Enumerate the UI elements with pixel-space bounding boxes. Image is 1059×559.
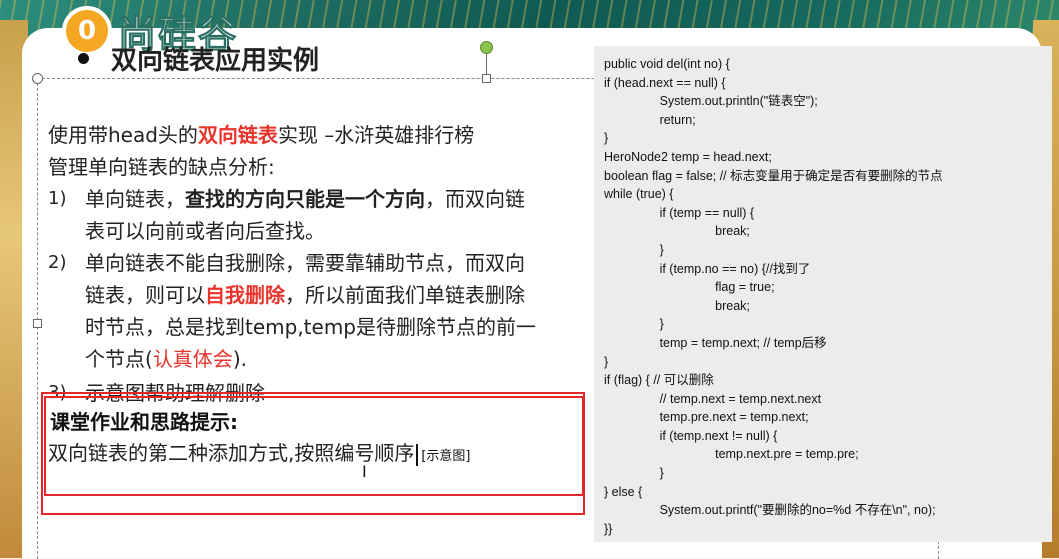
- code-lines: public void del(int no) { if (head.next =…: [604, 55, 1042, 538]
- code-line: temp.next.pre = temp.pre;: [604, 447, 859, 462]
- code-line: }: [604, 317, 664, 332]
- code-line: }: [604, 466, 664, 481]
- text-cursor-icon: Ι: [362, 462, 367, 481]
- code-line: if (head.next == null) {: [604, 75, 726, 90]
- intro-line: 使用带head头的双向链表实现 –水浒英雄排行榜: [48, 123, 475, 147]
- code-line: if (temp.no == no) {//找到了: [604, 261, 811, 276]
- homework-text[interactable]: 双向链表的第二种添加方式,按照编号顺序 [示意图]: [48, 437, 471, 466]
- code-line: if (flag) { // 可以删除: [604, 373, 714, 388]
- code-line: } else {: [604, 484, 643, 499]
- list-item: 2) 单向链表不能自我删除，需要靠辅助节点，而双向 链表，则可以自我删除，所以前面…: [48, 251, 537, 371]
- code-line: temp.pre.next = temp.next;: [604, 410, 809, 425]
- rotation-handle[interactable]: [480, 41, 493, 54]
- code-line: if (temp.next != null) {: [604, 428, 778, 443]
- resize-handle-middle-left[interactable]: [33, 319, 42, 328]
- subheading: 管理单向链表的缺点分析:: [48, 155, 275, 179]
- slide-title: 双向链表应用实例: [78, 40, 319, 77]
- code-line: flag = true;: [604, 280, 775, 295]
- code-line: while (true) {: [604, 187, 674, 202]
- resize-handle-top-center[interactable]: [482, 74, 491, 83]
- bullet-icon: [78, 53, 89, 64]
- code-line: }: [604, 131, 609, 146]
- code-line: temp = temp.next; // temp后移: [604, 335, 827, 350]
- code-line: // temp.next = temp.next.next: [604, 391, 822, 406]
- code-line: return;: [604, 112, 696, 127]
- code-line: break;: [604, 224, 750, 239]
- code-line: }}: [604, 521, 613, 536]
- code-line: System.out.printf("要删除的no=%d 不存在\n", no)…: [604, 503, 936, 518]
- text-caret: [416, 443, 419, 466]
- code-line: if (temp == null) {: [604, 205, 755, 220]
- diagram-link[interactable]: [示意图]: [421, 449, 470, 464]
- resize-handle-top-left[interactable]: [32, 73, 43, 84]
- code-line: boolean flag = false; // 标志变量用于确定是否有要删除的…: [604, 168, 943, 183]
- homework-title: 课堂作业和思路提示:: [50, 410, 238, 434]
- highlight-text: 双向链表: [197, 123, 278, 147]
- slide-title-text: 双向链表应用实例: [111, 46, 320, 76]
- code-panel: public void del(int no) { if (head.next =…: [594, 46, 1052, 542]
- code-line: break;: [604, 298, 750, 313]
- code-line: System.out.println("链表空");: [604, 94, 818, 109]
- list-item: 1) 单向链表，查找的方向只能是一个方向，而双向链 表可以向前或者向后查找。: [48, 187, 525, 243]
- code-line: HeroNode2 temp = head.next;: [604, 149, 772, 164]
- code-line: }: [604, 242, 664, 257]
- code-line: public void del(int no) {: [604, 57, 730, 71]
- code-line: }: [604, 354, 609, 369]
- slide-body[interactable]: 使用带head头的双向链表实现 –水浒英雄排行榜 管理单向链表的缺点分析: 1)…: [48, 119, 593, 409]
